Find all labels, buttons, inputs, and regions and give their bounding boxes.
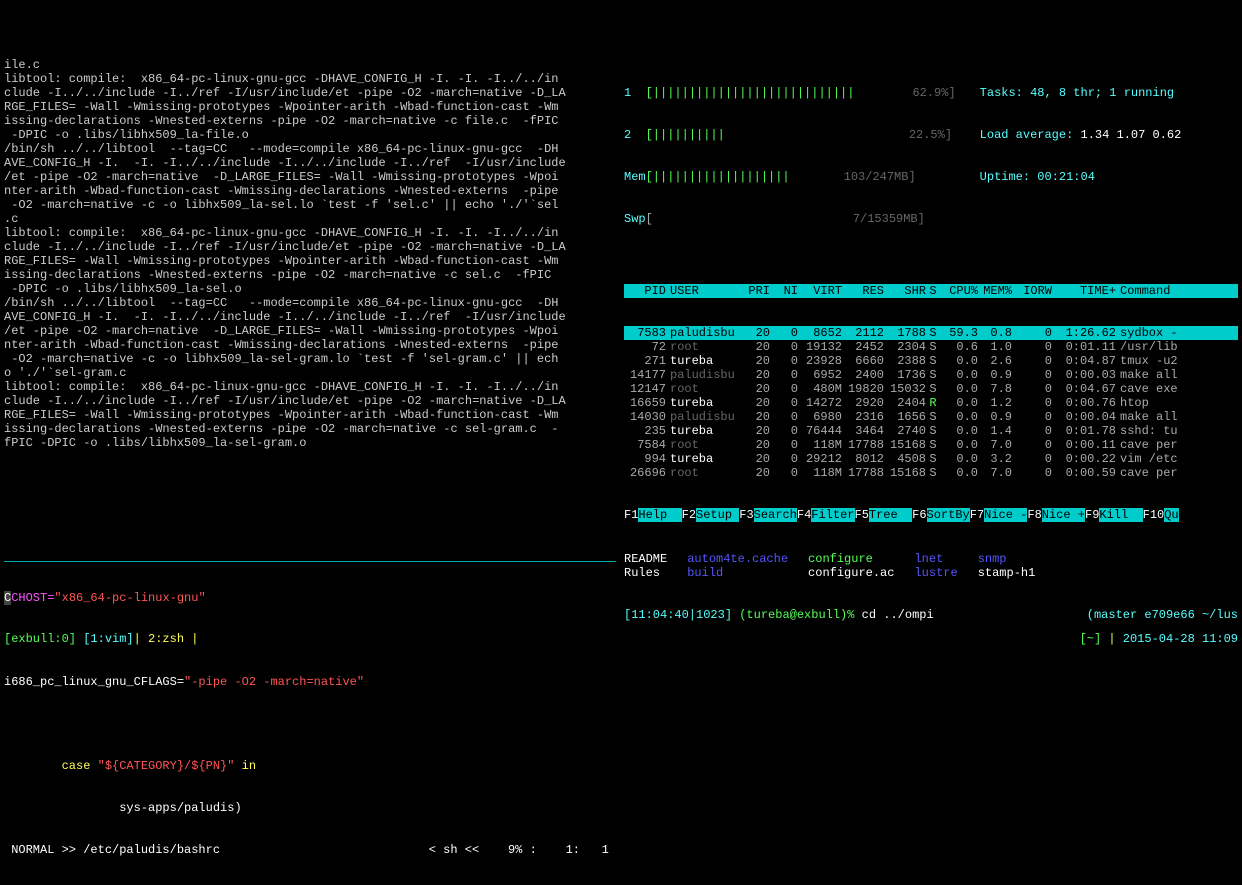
fkey-F8[interactable]: F8	[1027, 508, 1041, 522]
htop-row[interactable]: 16659tureba2001427229202404R0.01.200:00.…	[624, 396, 1238, 410]
htop-row[interactable]: 7583paludisbu200865221121788S59.30.801:2…	[624, 326, 1238, 340]
cursor: C	[4, 591, 11, 605]
col-cpu%[interactable]: CPU%	[940, 284, 978, 298]
tmux-statusbar[interactable]: [exbull:0] [1:vim]| 2:zsh | [~] | 2015-0…	[0, 631, 1242, 648]
col-res[interactable]: RES	[842, 284, 884, 298]
fkey-F3[interactable]: F3	[739, 508, 753, 522]
htop-row[interactable]: 994tureba2002921280124508S0.03.200:00.22…	[624, 452, 1238, 466]
fkey-F4[interactable]: F4	[797, 508, 811, 522]
htop-header: 1 [||||||||||||||||||||||||||||62.9%] 2 …	[620, 56, 1242, 256]
col-user[interactable]: USER	[666, 284, 738, 298]
fkey-F7[interactable]: F7	[970, 508, 984, 522]
col-mem%[interactable]: MEM%	[978, 284, 1012, 298]
tmux-window-1[interactable]: [1:vim]	[76, 632, 134, 646]
col-command[interactable]: Command	[1116, 284, 1238, 298]
htop-row[interactable]: 7584root200118M1778815168S0.07.000:00.11…	[624, 438, 1238, 452]
htop-row[interactable]: 14177paludisbu200695224001736S0.00.900:0…	[624, 368, 1238, 382]
fkey-F10[interactable]: F10	[1143, 508, 1165, 522]
htop-tasks: Tasks: 48, 8 thr; 1 running	[980, 86, 1182, 100]
htop-row[interactable]: 26696root200118M1778815168S0.07.000:00.5…	[624, 466, 1238, 480]
var-val: "x86_64-pc-linux-gnu"	[54, 591, 205, 605]
compile-log-pane: ile.clibtool: compile: x86_64-pc-linux-g…	[0, 56, 620, 531]
tmux-clock: 2015-04-28 11:09	[1123, 632, 1238, 646]
col-shr[interactable]: SHR	[884, 284, 926, 298]
col-pri[interactable]: PRI	[738, 284, 770, 298]
col-s[interactable]: S	[926, 284, 940, 298]
htop-row[interactable]: 235tureba2007644434642740S0.01.400:01.78…	[624, 424, 1238, 438]
editor-pane[interactable]: CCHOST="x86_64-pc-linux-gnu" x86_64_pc_l…	[0, 531, 620, 631]
fkey-F5[interactable]: F5	[855, 508, 869, 522]
var-key: CHOST=	[11, 591, 54, 605]
tmux-session[interactable]: [exbull:0]	[4, 632, 76, 646]
vim-pos: < sh << 9% : 1: 1	[429, 843, 616, 857]
tmux-window-2[interactable]: | 2:zsh |	[134, 632, 199, 646]
col-iorw[interactable]: IORW	[1012, 284, 1052, 298]
htop-row[interactable]: 271tureba2002392866602388S0.02.600:04.87…	[624, 354, 1238, 368]
fkey-F6[interactable]: F6	[912, 508, 926, 522]
htop-header-row[interactable]: PIDUSERPRINIVIRTRESSHRSCPU%MEM%IORWTIME+…	[624, 284, 1238, 298]
col-pid[interactable]: PID	[624, 284, 666, 298]
fkey-F2[interactable]: F2	[682, 508, 696, 522]
htop-row[interactable]: 12147root200480M1982015032S0.07.800:04.6…	[624, 382, 1238, 396]
htop-row[interactable]: 72root2001913224522304S0.61.000:01.11/us…	[624, 340, 1238, 354]
col-virt[interactable]: VIRT	[798, 284, 842, 298]
vim-file: >> /etc/paludis/bashrc	[62, 843, 220, 857]
htop-uptime: Uptime: 00:21:04	[980, 170, 1182, 184]
fkey-F1[interactable]: F1	[624, 508, 638, 522]
vim-mode: NORMAL	[4, 843, 62, 857]
fkey-F9[interactable]: F9	[1085, 508, 1099, 522]
shell-pane[interactable]: READMERulesautom4te.cachebuildconfigurec…	[620, 522, 1242, 631]
htop-process-table[interactable]: PIDUSERPRINIVIRTRESSHRSCPU%MEM%IORWTIME+…	[620, 256, 1242, 508]
col-ni[interactable]: NI	[770, 284, 798, 298]
htop-row[interactable]: 14030paludisbu200698023161656S0.00.900:0…	[624, 410, 1238, 424]
htop-fkeys[interactable]: F1Help F2Setup F3SearchF4FilterF5Tree F6…	[620, 508, 1242, 522]
col-time+[interactable]: TIME+	[1052, 284, 1116, 298]
ls-output-1: READMERulesautom4te.cachebuildconfigurec…	[624, 552, 1238, 580]
